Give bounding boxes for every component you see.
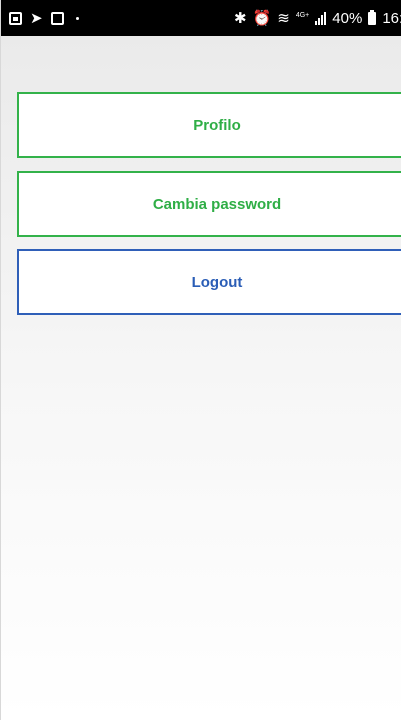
status-bar: ➤ ✱ ⏰ ≋ 4G+ 40% 16:00 <box>1 0 401 36</box>
dot-icon <box>75 16 79 20</box>
app-screen: ➤ ✱ ⏰ ≋ 4G+ 40% 16:00 Profilo Cambia pas… <box>0 0 401 720</box>
network-type-label: 4G+ <box>295 11 310 19</box>
notification-icons: ➤ <box>9 11 79 26</box>
alarm-icon: ⏰ <box>252 9 272 27</box>
wifi-icon: ≋ <box>277 9 290 27</box>
bluetooth-icon: ✱ <box>234 9 247 27</box>
cambia-password-button-label: Cambia password <box>152 195 282 213</box>
cambia-password-button[interactable]: Cambia password <box>17 171 401 237</box>
send-icon: ➤ <box>30 9 43 27</box>
battery-icon <box>368 9 377 25</box>
clock-time: 16:00 <box>382 9 401 27</box>
battery-percent: 40% <box>332 9 363 27</box>
profilo-button[interactable]: Profilo <box>17 92 401 158</box>
logout-button[interactable]: Logout <box>17 249 401 315</box>
signal-icon <box>315 11 327 25</box>
user-card-icon <box>9 11 22 25</box>
profilo-button-label: Profilo <box>193 116 241 134</box>
system-icons: ✱ ⏰ ≋ 4G+ 40% 16:00 <box>234 0 401 36</box>
image-icon <box>50 11 64 25</box>
logout-button-label: Logout <box>191 273 243 291</box>
